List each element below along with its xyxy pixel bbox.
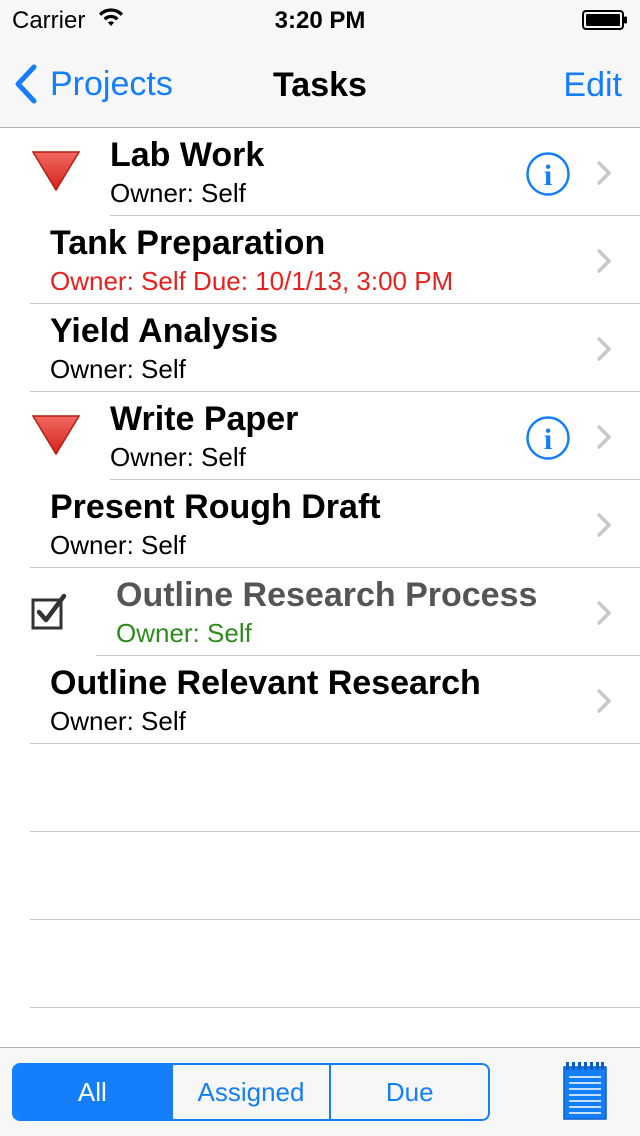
status-bar: Carrier 3:20 PM [0,0,640,40]
chevron-right-icon [597,161,611,185]
task-row-yield-analysis[interactable]: Yield Analysis Owner: Self [0,304,640,392]
filter-segmented-control: All Assigned Due [12,1063,490,1121]
segment-assigned[interactable]: Assigned [170,1065,330,1119]
bottom-toolbar: All Assigned Due [0,1047,640,1136]
task-list: Lab Work Owner: Self i Tank Preparation … [0,128,640,744]
task-title: Tank Preparation [50,224,326,262]
task-subtitle: Owner: Self [110,178,246,208]
task-subtitle: Owner: Self [110,442,246,472]
svg-text:i: i [544,159,552,192]
task-title-completed: Outline Research Process [116,576,538,614]
svg-text:i: i [544,423,552,456]
task-title: Outline Relevant Research [50,664,481,702]
task-row-outline-relevant-research[interactable]: Outline Relevant Research Owner: Self [0,656,640,744]
notepad-icon[interactable] [562,1061,608,1121]
task-subtitle: Owner: Self [50,706,186,736]
collapse-triangle-icon[interactable] [31,414,81,456]
info-icon[interactable]: i [526,152,570,196]
task-title: Present Rough Draft [50,488,381,526]
task-title: Lab Work [110,136,265,174]
task-row-present-rough-draft[interactable]: Present Rough Draft Owner: Self [0,480,640,568]
empty-row-separator [30,1007,640,1008]
empty-row-separator [30,831,640,832]
page-title: Tasks [273,66,367,104]
task-row-lab-work[interactable]: Lab Work Owner: Self i [0,128,640,216]
empty-row-separator [30,919,640,920]
collapse-triangle-icon[interactable] [31,150,81,192]
chevron-right-icon [597,601,611,625]
task-row-write-paper[interactable]: Write Paper Owner: Self i [0,392,640,480]
segment-all[interactable]: All [14,1065,171,1119]
checkbox-checked-icon[interactable] [31,594,67,630]
task-subtitle: Owner: Self [50,354,186,384]
task-subtitle: Owner: Self [50,530,186,560]
task-row-tank-preparation[interactable]: Tank Preparation Owner: Self Due: 10/1/1… [0,216,640,304]
navigation-bar: Projects Tasks Edit [0,40,640,128]
chevron-right-icon [597,425,611,449]
chevron-right-icon [597,513,611,537]
clock-label: 3:20 PM [274,7,366,34]
chevron-right-icon [597,337,611,361]
task-row-outline-research-process[interactable]: Outline Research Process Owner: Self [0,568,640,656]
task-subtitle-completed: Owner: Self [116,618,252,648]
edit-button[interactable]: Edit [563,66,622,105]
task-title: Write Paper [110,400,299,438]
chevron-right-icon [597,249,611,273]
battery-icon [582,10,628,30]
segment-due[interactable]: Due [329,1065,488,1119]
chevron-right-icon [597,689,611,713]
row-separator [30,743,640,744]
info-icon[interactable]: i [526,416,570,460]
task-subtitle-overdue: Owner: Self Due: 10/1/13, 3:00 PM [50,266,454,296]
task-title: Yield Analysis [50,312,279,350]
